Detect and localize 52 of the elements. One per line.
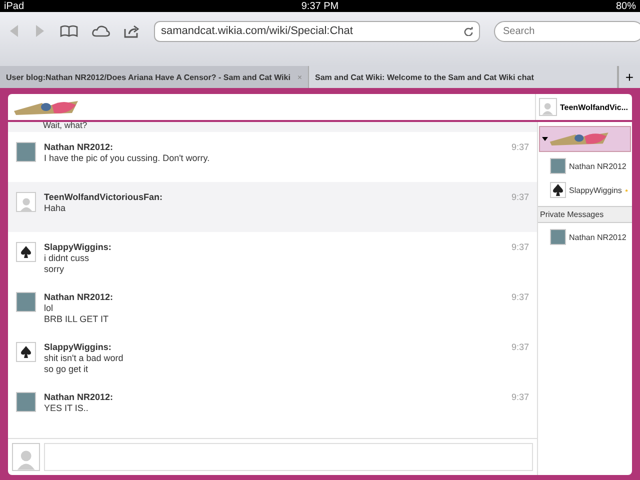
avatar-photo-placeholder (16, 292, 36, 312)
user-list-item[interactable]: Nathan NR2012 (538, 152, 632, 176)
message-text: i didnt cuss (44, 253, 90, 264)
avatar-photo-placeholder (550, 229, 566, 245)
message-text: YES IT IS.. (44, 403, 90, 414)
share-icon[interactable] (124, 24, 140, 38)
message-time: 9:37 (511, 142, 529, 154)
user-list-item[interactable]: Nathan NR2012 (538, 223, 632, 247)
message-text: BRB ILL GET IT (44, 314, 110, 325)
clock: 9:37 PM (301, 0, 339, 12)
message-text: so go get it (44, 364, 90, 375)
device-name: iPad (4, 0, 24, 12)
browser-tab[interactable]: Sam and Cat Wiki: Welcome to the Sam and Cat Wiki chat (309, 66, 618, 88)
reload-icon[interactable] (464, 26, 473, 36)
avatar-icon (538, 98, 557, 116)
avatar-icon (550, 182, 566, 198)
message-time: 9:37 (511, 342, 529, 354)
message-text: I have the pic of you cussing. Don't worry. (44, 153, 211, 164)
avatar-icon (12, 443, 40, 471)
avatar-photo-placeholder (16, 392, 36, 412)
caret-icon[interactable] (542, 137, 548, 141)
message-input-field[interactable] (44, 443, 533, 471)
current-user-name: TeenWolfandVic... (560, 102, 628, 112)
cloud-icon[interactable] (92, 25, 110, 37)
message-text: Wait, what? (8, 122, 537, 132)
avatar-icon (16, 342, 36, 362)
avatar-icon (16, 242, 36, 262)
message-author: TeenWolfandVictoriousFan: (44, 192, 164, 203)
new-tab-button[interactable]: + (618, 66, 640, 88)
message-text: shit isn't a bad word (44, 353, 124, 364)
message-author: Nathan NR2012: (44, 292, 114, 303)
avatar-icon (16, 192, 36, 212)
battery-level: 80% (616, 0, 636, 12)
avatar-photo-placeholder (550, 158, 566, 174)
avatar-photo-placeholder (16, 142, 36, 162)
browser-tab[interactable]: User blog:Nathan NR2012/Does Ariana Have A Censor? - Sam and Cat Wiki × (0, 66, 309, 88)
search-field[interactable]: Search (494, 20, 640, 42)
address-bar[interactable]: samandcat.wikia.com/wiki/Special:Chat (154, 20, 480, 42)
message-time: 9:37 (511, 242, 529, 254)
message-author: SlappyWiggins: (44, 242, 112, 253)
user-list-item[interactable]: SlappyWiggins (538, 176, 632, 200)
message-author: Nathan NR2012: (44, 392, 114, 403)
message-time: 9:37 (511, 192, 529, 204)
message-text: sorry (44, 264, 65, 275)
message-time: 9:37 (511, 392, 529, 404)
message-time: 9:37 (511, 292, 529, 304)
message-text: Haha (44, 203, 67, 214)
message-author: Nathan NR2012: (44, 142, 114, 153)
message-author: SlappyWiggins: (44, 342, 112, 353)
book-icon[interactable] (60, 25, 78, 37)
message-text: lol (44, 303, 54, 314)
private-messages-heading: Private Messages (538, 206, 632, 223)
